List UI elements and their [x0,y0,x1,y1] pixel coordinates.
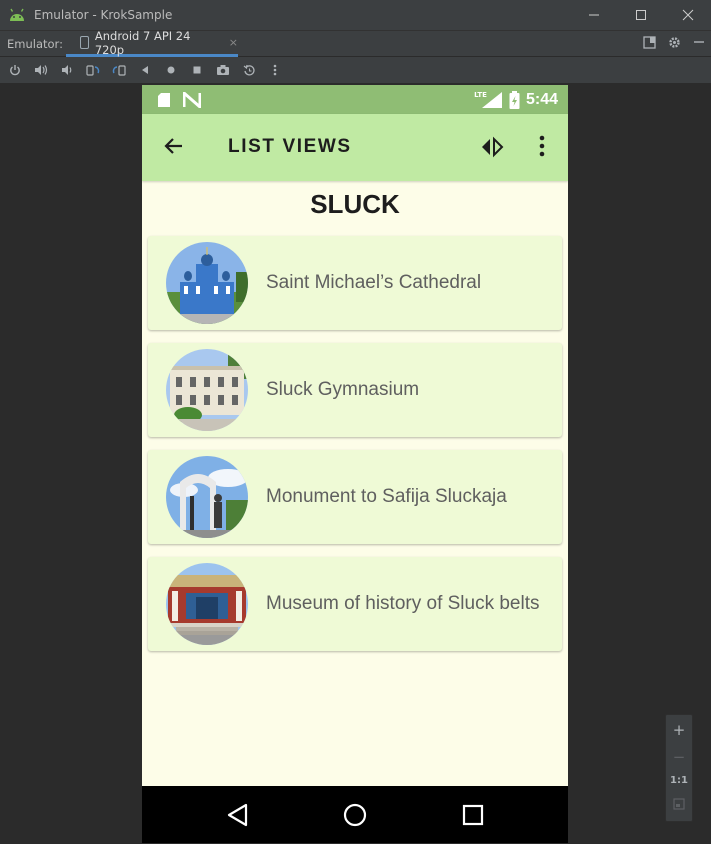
nav-recents-icon[interactable] [458,800,488,830]
android-icon [10,8,24,21]
back-icon[interactable] [137,62,153,78]
home-icon[interactable] [163,62,179,78]
navigation-bar [142,786,568,843]
nav-home-icon[interactable] [340,800,370,830]
status-time: 5:44 [525,90,558,108]
overview-icon[interactable] [189,62,205,78]
hide-panel-icon[interactable] [693,36,705,52]
maximize-button[interactable] [617,0,664,30]
app-bar-title: LIST VIEWS [228,136,352,157]
window-title-bar: Emulator - KrokSample [0,0,711,30]
cathedral-image [166,242,248,324]
zoom-controls: + − 1:1 [665,714,693,822]
flip-icon[interactable] [480,136,504,158]
window-title: Emulator - KrokSample [34,8,173,22]
sd-card-icon [158,92,170,107]
app-bar: LIST VIEWS [142,114,568,181]
emulator-toolbar [0,57,711,84]
overflow-menu-icon[interactable] [532,134,552,158]
status-bar: LTE 5:44 [142,85,568,114]
list-item-museum[interactable]: Museum of history of Sluck belts [148,557,562,651]
gear-icon[interactable] [668,36,681,53]
arrow-back-icon[interactable] [162,134,186,158]
list-item-cathedral[interactable]: Saint Michael’s Cathedral [148,236,562,330]
tab-bar: Emulator: Android 7 API 24 720p × [0,28,711,57]
list-item-gymnasium[interactable]: Sluck Gymnasium [148,343,562,437]
device-screen: LTE 5:44 LIST VIEWS SLUCK Saint Michael’… [142,85,568,843]
close-button[interactable] [664,0,711,30]
rotate-left-icon[interactable] [85,62,101,78]
volume-up-icon[interactable] [33,62,49,78]
tab-device-label: Android 7 API 24 720p [94,28,191,57]
fit-screen-icon[interactable] [673,798,685,813]
emulator-label: Emulator: [7,36,63,51]
monument-image [166,456,248,538]
zoom-out-button[interactable]: − [673,749,686,765]
list-item-name: Museum of history of Sluck belts [266,593,540,614]
list-item-name: Sluck Gymnasium [266,379,420,400]
tab-close-icon[interactable]: × [229,36,238,49]
rotate-right-icon[interactable] [111,62,127,78]
battery-icon [509,90,520,109]
volume-down-icon[interactable] [59,62,75,78]
nav-back-icon[interactable] [223,800,253,830]
minimize-icon [588,14,599,16]
actual-size-button[interactable]: 1:1 [670,776,688,786]
museum-image [166,563,248,645]
signal-icon [481,91,502,108]
gymnasium-image [166,349,248,431]
zoom-in-button[interactable]: + [673,722,686,738]
list-item-name: Monument to Safija Sluckaja [266,486,507,507]
list-item-monument[interactable]: Monument to Safija Sluckaja [148,450,562,544]
minimize-button[interactable] [570,0,617,30]
more-icon[interactable] [267,62,283,78]
camera-icon[interactable] [215,62,231,78]
list-item-name: Saint Michael’s Cathedral [266,272,482,293]
maximize-icon [635,10,646,20]
power-icon[interactable] [7,62,23,78]
replay-icon[interactable] [241,62,257,78]
phone-icon [80,36,89,49]
tab-device[interactable]: Android 7 API 24 720p × [66,28,238,57]
places-list: Saint Michael’s Cathedral Sluck Gymnasiu… [148,236,562,664]
close-icon [682,9,693,21]
notification-n-icon [183,91,201,108]
snapshot-layout-icon[interactable] [643,35,656,53]
page-heading: SLUCK [310,189,400,219]
